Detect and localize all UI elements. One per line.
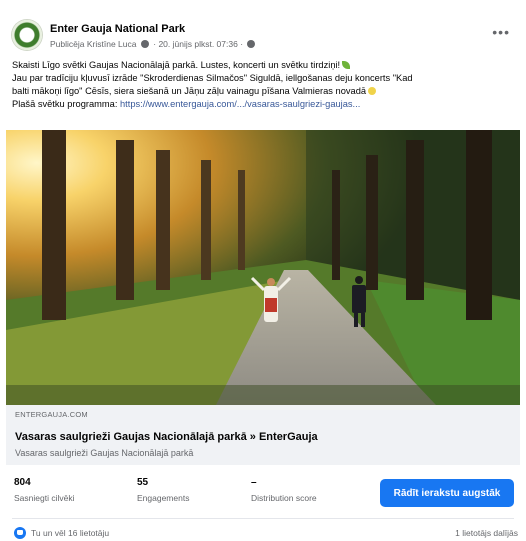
like-icon (14, 527, 26, 539)
link-description: Vasaras saulgrieži Gaujas Nacionālajā pa… (15, 448, 194, 458)
sparkle-emoji-icon (368, 87, 377, 95)
post-insights: 804 Sasniegti cilvēki 55 Engagements – D… (0, 467, 526, 517)
post-text: Skaisti Līgo svētki Gaujas Nacionālajā p… (12, 59, 517, 111)
boost-post-button[interactable]: Rādīt ierakstu augstāk (380, 479, 514, 507)
info-icon[interactable] (140, 40, 149, 48)
reactions-bar: Tu un vēl 16 lietotāju 1 lietotājs dalīj… (0, 524, 526, 541)
divider (12, 518, 514, 519)
reached-label: Sasniegti cilvēki (14, 493, 75, 503)
post-text-line: Plašā svētku programma: https://www.ente… (12, 99, 361, 109)
post-header: Enter Gauja National Park Publicēja Kris… (0, 0, 526, 56)
reached-value: 804 (14, 477, 31, 488)
forest-road-image (6, 130, 520, 405)
post-text-line: Jau par tradīciju kļuvusī izrāde "Skrode… (12, 73, 413, 83)
page-avatar[interactable] (12, 20, 42, 50)
separator: · (153, 39, 157, 49)
globe-icon (247, 40, 256, 48)
more-options-icon[interactable]: ••• (492, 24, 510, 40)
program-link[interactable]: https://www.entergauja.com/.../vasaras-s… (120, 99, 360, 109)
page-name[interactable]: Enter Gauja National Park (50, 23, 185, 35)
distribution-label[interactable]: Distribution score (251, 493, 317, 503)
post-text-line: balti mākoņi līgo" Cēsīs, siera siešanā … (12, 85, 517, 98)
distribution-value: – (251, 477, 257, 488)
shares-count[interactable]: 1 lietotājs dalījās (455, 528, 518, 538)
post-photo[interactable] (6, 130, 520, 405)
engagements-label: Engagements (137, 493, 190, 503)
link-preview[interactable]: ENTERGAUJA.COM Vasaras saulgrieži Gaujas… (6, 405, 520, 465)
post-card: Enter Gauja National Park Publicēja Kris… (0, 0, 526, 541)
author-text: Publicēja Kristīne Luca (50, 39, 137, 49)
post-meta: Publicēja Kristīne Luca · 20. jūnijs plk… (50, 39, 257, 49)
post-text-line: Skaisti Līgo svētki Gaujas Nacionālajā p… (12, 59, 517, 72)
leaf-emoji-icon (342, 61, 351, 69)
engagements-value: 55 (137, 477, 149, 488)
separator: · (240, 39, 244, 49)
link-title[interactable]: Vasaras saulgrieži Gaujas Nacionālajā pa… (15, 431, 318, 443)
link-domain: ENTERGAUJA.COM (15, 410, 88, 419)
post-date[interactable]: 20. jūnijs plkst. 07:36 (158, 39, 237, 49)
reactions-count[interactable]: Tu un vēl 16 lietotāju (31, 528, 109, 538)
